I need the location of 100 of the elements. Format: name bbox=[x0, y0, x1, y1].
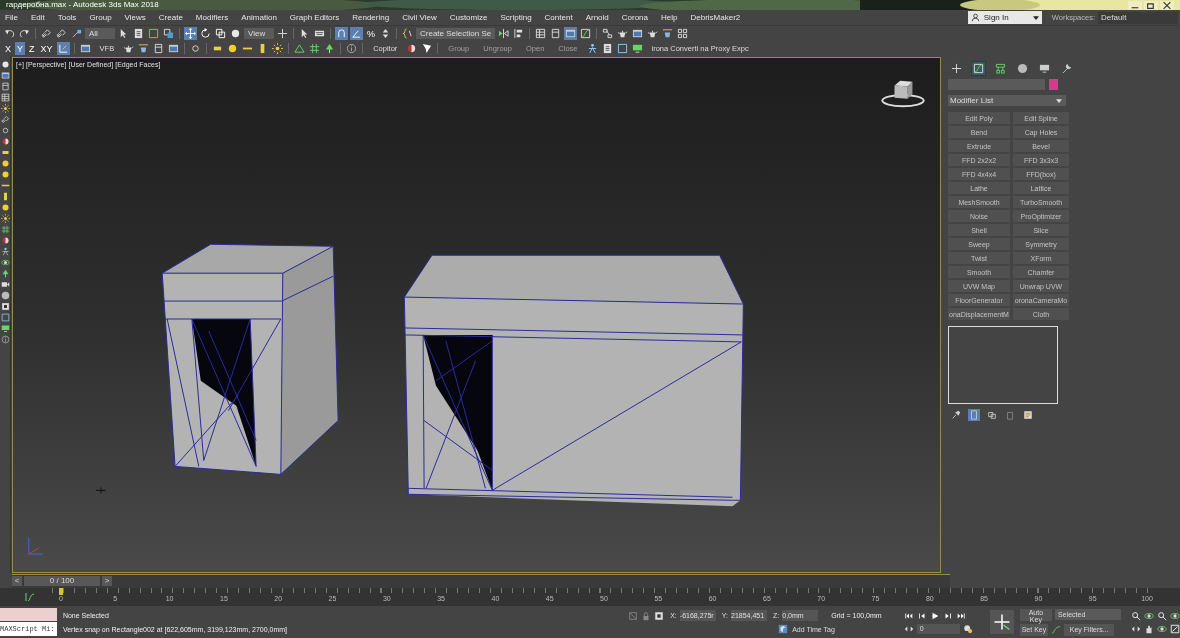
angle-icon[interactable] bbox=[350, 27, 363, 40]
bind-icon[interactable] bbox=[70, 27, 83, 40]
dotted-frame-icon[interactable] bbox=[615, 42, 629, 55]
wrench-icon[interactable] bbox=[1060, 62, 1073, 75]
window-icon[interactable] bbox=[631, 27, 645, 40]
triangle-icon[interactable] bbox=[293, 42, 307, 55]
window-icon[interactable] bbox=[78, 42, 92, 55]
grid-icon[interactable] bbox=[308, 42, 322, 55]
curve-icon[interactable] bbox=[1051, 624, 1062, 635]
link-icon[interactable] bbox=[55, 27, 68, 40]
menu-item[interactable]: Edit bbox=[30, 13, 45, 22]
maximize-icon[interactable] bbox=[1170, 623, 1180, 634]
window-icon[interactable] bbox=[167, 42, 181, 55]
next-frame-button[interactable]: > bbox=[102, 575, 112, 586]
list-icon[interactable] bbox=[132, 27, 145, 40]
cylinder-light-icon[interactable] bbox=[1, 192, 10, 201]
previous-frame-button[interactable]: < bbox=[12, 575, 22, 586]
selection-region-icon[interactable] bbox=[147, 27, 160, 40]
orbit-icon[interactable] bbox=[1157, 623, 1167, 634]
hand-icon[interactable] bbox=[1144, 623, 1154, 634]
orbit-icon[interactable] bbox=[1144, 610, 1154, 621]
zoom-icon[interactable] bbox=[1131, 610, 1141, 621]
modifier-stack[interactable] bbox=[948, 326, 1058, 404]
window-icon[interactable] bbox=[1, 71, 10, 80]
toolbar-dropdown[interactable]: Create Selection Se bbox=[416, 28, 496, 39]
sun-icon[interactable] bbox=[1, 214, 10, 223]
axis-constraint-button[interactable]: X bbox=[3, 42, 13, 55]
menu-item[interactable]: DebrisMaker2 bbox=[690, 13, 741, 22]
axis-constraint-button[interactable]: Y bbox=[15, 42, 26, 55]
menu-item[interactable]: Corona bbox=[621, 13, 648, 22]
axis-constraint-button[interactable]: Z bbox=[27, 42, 37, 55]
object-color-swatch[interactable] bbox=[1049, 79, 1058, 90]
crossing-icon[interactable] bbox=[162, 27, 175, 40]
table-icon[interactable] bbox=[534, 27, 548, 40]
curve-icon[interactable] bbox=[972, 62, 985, 75]
toolbar-dropdown[interactable]: View bbox=[244, 28, 274, 39]
menu-item[interactable]: Civil View bbox=[402, 13, 437, 22]
table-icon[interactable] bbox=[1, 93, 10, 102]
curve-editor-icon[interactable] bbox=[24, 591, 36, 603]
grid-icon[interactable] bbox=[1, 225, 10, 234]
monitor-icon[interactable] bbox=[630, 42, 644, 55]
render-icon[interactable] bbox=[661, 27, 675, 40]
menu-item[interactable]: Arnold bbox=[585, 13, 609, 22]
figure-icon[interactable] bbox=[1, 247, 10, 256]
redo-icon[interactable] bbox=[18, 27, 31, 40]
axis-constraint-button[interactable]: XY bbox=[38, 42, 55, 55]
unique-icon[interactable] bbox=[986, 409, 998, 421]
scale-icon[interactable] bbox=[214, 27, 227, 40]
sphere-light-icon[interactable] bbox=[1, 170, 10, 179]
menu-item[interactable]: Modifiers bbox=[195, 13, 229, 22]
menu-item[interactable]: Group bbox=[89, 13, 112, 22]
info-icon[interactable] bbox=[345, 42, 359, 55]
magnet-icon[interactable] bbox=[335, 27, 348, 40]
plus-icon[interactable] bbox=[950, 62, 963, 75]
link-icon[interactable] bbox=[40, 27, 53, 40]
sun-icon[interactable] bbox=[271, 42, 285, 55]
menu-item[interactable]: Customize bbox=[449, 13, 488, 22]
workspaces-dropdown[interactable]: Default bbox=[1098, 11, 1178, 24]
dotted-frame-icon[interactable] bbox=[1, 313, 10, 322]
menu-item[interactable]: Help bbox=[661, 13, 678, 22]
restore-icon[interactable] bbox=[1144, 0, 1158, 10]
schematic-icon[interactable] bbox=[601, 27, 615, 40]
panel-light-icon[interactable] bbox=[1, 148, 10, 157]
menu-item[interactable]: Animation bbox=[241, 13, 277, 22]
tree-icon[interactable] bbox=[1, 269, 10, 278]
orbit-icon[interactable] bbox=[1170, 610, 1180, 621]
menu-item[interactable]: Scripting bbox=[500, 13, 532, 22]
bracket-icon[interactable] bbox=[401, 27, 414, 40]
time-slider-thumb[interactable]: < 0 / 100 > bbox=[12, 575, 112, 586]
menu-item[interactable]: Graph Editors bbox=[289, 13, 340, 22]
sign-in-dropdown[interactable]: Sign In bbox=[967, 11, 1042, 24]
sphere-light-icon[interactable] bbox=[1, 203, 10, 212]
monitor-icon[interactable] bbox=[1, 324, 10, 333]
menu-item[interactable]: Rendering bbox=[352, 13, 390, 22]
modifier-list-dropdown[interactable]: Modifier List bbox=[948, 95, 1066, 106]
minimize-icon[interactable] bbox=[1128, 0, 1142, 10]
zoom-icon[interactable] bbox=[1157, 610, 1167, 621]
monitor-icon[interactable] bbox=[1038, 62, 1051, 75]
crosshair-icon[interactable] bbox=[276, 27, 289, 40]
set-key-icon[interactable] bbox=[989, 610, 1014, 634]
info-icon[interactable] bbox=[1, 335, 10, 344]
panel-icon[interactable] bbox=[1, 82, 10, 91]
rotate-icon[interactable] bbox=[199, 27, 212, 40]
link-icon[interactable] bbox=[1, 115, 10, 124]
sun-icon[interactable] bbox=[1, 104, 10, 113]
toolbar-dropdown[interactable]: All bbox=[85, 28, 115, 39]
ring-icon[interactable] bbox=[1, 126, 10, 135]
camera-icon[interactable] bbox=[1, 280, 10, 289]
frame-marker[interactable] bbox=[59, 588, 63, 595]
curve-icon[interactable] bbox=[579, 27, 593, 40]
menu-item[interactable]: Create bbox=[158, 13, 183, 22]
pin-icon[interactable] bbox=[950, 409, 962, 421]
orbit-icon[interactable] bbox=[1, 258, 10, 267]
sphere-light-icon[interactable] bbox=[1, 159, 10, 168]
render-icon[interactable] bbox=[137, 42, 151, 55]
move-icon[interactable] bbox=[184, 27, 197, 40]
grid-icon[interactable] bbox=[676, 27, 690, 40]
close-icon[interactable] bbox=[1160, 0, 1174, 10]
viewcube-icon[interactable] bbox=[880, 78, 926, 110]
menu-item[interactable]: File bbox=[5, 13, 18, 22]
